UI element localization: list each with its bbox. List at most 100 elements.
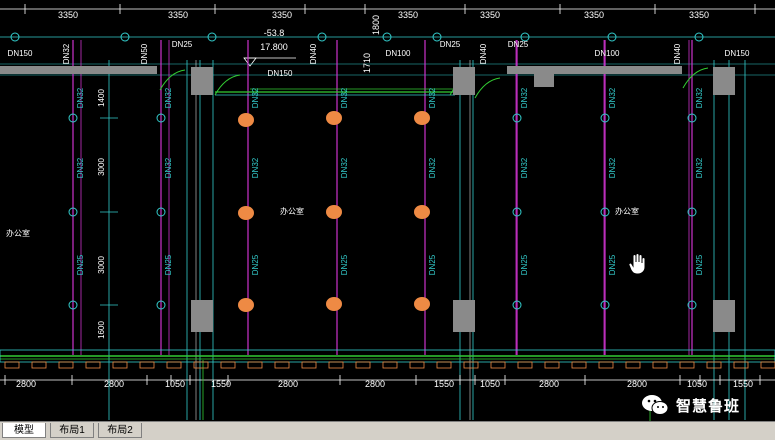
structural-column	[191, 300, 213, 332]
pipe-size-label: DN32	[428, 87, 437, 108]
header-pipe-label: DN40	[309, 43, 318, 64]
wall-band	[0, 66, 157, 74]
bottom-fixture	[409, 361, 425, 369]
bottom-fixture	[598, 361, 614, 369]
orange-fixture	[326, 297, 342, 311]
bottom-fixture	[274, 361, 290, 369]
hand-cursor-icon	[628, 253, 646, 275]
watermark-text: 智慧鲁班	[676, 396, 741, 415]
header-pipe-label: DN25	[172, 40, 193, 49]
door-swing	[474, 77, 501, 99]
door-swing	[682, 67, 709, 89]
wechat-icon	[642, 395, 669, 415]
pipe-size-label: DN25	[695, 254, 704, 275]
bottom-fixture	[544, 361, 560, 369]
top-dim-label: 3350	[480, 10, 500, 20]
bottom-dim-label: 1550	[434, 379, 454, 389]
bottom-dim-label: 2800	[104, 379, 124, 389]
bottom-fixture	[625, 361, 641, 369]
bottom-fixture	[220, 361, 236, 369]
pipe-size-label: DN32	[428, 157, 437, 178]
room-label: 办公室	[6, 228, 30, 238]
top-dim-label: 3350	[272, 10, 292, 20]
room-label: 办公室	[280, 206, 304, 216]
top-dim-label: 1800	[371, 15, 381, 35]
top-dim-label: 3350	[398, 10, 418, 20]
orange-fixture	[238, 298, 254, 312]
bottom-fixture	[139, 361, 155, 369]
header-pipe-label: DN150	[8, 49, 33, 58]
pipe-size-label: DN25	[428, 254, 437, 275]
drawing-canvas[interactable]: 3350 3350 3350 1800 3350 3350 3350 3350 1710 -53.…	[0, 0, 775, 421]
top-dim-label: 3350	[584, 10, 604, 20]
bottom-fixture	[463, 361, 479, 369]
structural-column	[713, 67, 735, 95]
header-pipe-label: DN25	[508, 40, 529, 49]
bottom-dim-label: 2800	[278, 379, 298, 389]
pipe-size-label: DN25	[608, 254, 617, 275]
bottom-fixture	[733, 361, 749, 369]
watermark: 智慧鲁班	[640, 392, 740, 418]
bottom-fixture	[436, 361, 452, 369]
pipe-size-label: DN32	[76, 157, 85, 178]
bottom-fixture	[85, 361, 101, 369]
orange-fixture	[238, 206, 254, 220]
bottom-dim-label: 2800	[539, 379, 559, 389]
top-dim-label: 3350	[58, 10, 78, 20]
orange-fixture	[414, 111, 430, 125]
orange-fixture	[414, 297, 430, 311]
top-dim-label: 3350	[168, 10, 188, 20]
elevation-top-label: -53.8	[264, 28, 285, 38]
bottom-fixture	[490, 361, 506, 369]
cad-window: 3350 3350 3350 1800 3350 3350 3350 3350 1710 -53.…	[0, 0, 775, 440]
pipe-size-label: DN25	[251, 254, 260, 275]
pipe-size-label: DN25	[520, 254, 529, 275]
tab-model[interactable]: 模型	[2, 423, 46, 438]
header-pipe-label: DN40	[673, 43, 682, 64]
pipe-size-label: DN32	[520, 157, 529, 178]
door-swing	[159, 69, 186, 91]
header-pipe-label: DN50	[140, 43, 149, 64]
structural-column	[191, 67, 213, 95]
bottom-fixture	[760, 361, 775, 369]
wall-band	[507, 66, 682, 74]
pipe-size-label: DN32	[695, 157, 704, 178]
orange-fixture	[414, 205, 430, 219]
pipe-size-label: DN25	[340, 254, 349, 275]
pipe-size-label: DN32	[164, 157, 173, 178]
bottom-dim-label: 1050	[480, 379, 500, 389]
room-label: 办公室	[615, 206, 639, 216]
bottom-fixture	[166, 361, 182, 369]
pipe-size-label: DN32	[164, 87, 173, 108]
header-pipe-label: DN100	[595, 49, 620, 58]
left-dim-label: 3000	[97, 158, 106, 176]
header-pipe-label: DN150	[725, 49, 750, 58]
pipe-size-label: DN32	[76, 87, 85, 108]
elevation-marker	[243, 57, 257, 67]
header-pipe-label: DN40	[479, 43, 488, 64]
bottom-dim-label: 2800	[365, 379, 385, 389]
pipe-size-label: DN32	[251, 157, 260, 178]
bottom-dim-label: 1550	[211, 379, 231, 389]
top-dim-label: 3350	[689, 10, 709, 20]
pipe-size-label: DN32	[251, 87, 260, 108]
header-pipe-label: DN25	[440, 40, 461, 49]
tab-layout-2[interactable]: 布局2	[98, 423, 142, 438]
orange-fixture	[326, 111, 342, 125]
main-pipe-label: DN150	[268, 69, 293, 78]
pipe-size-label: DN32	[608, 157, 617, 178]
pipe-size-label: DN25	[76, 254, 85, 275]
header-pipe-label: DN32	[62, 43, 71, 64]
structural-column	[713, 300, 735, 332]
bottom-dim-label: 2800	[16, 379, 36, 389]
bottom-fixture	[517, 361, 533, 369]
structural-column	[453, 300, 475, 332]
bottom-fixture	[301, 361, 317, 369]
bottom-fixture	[4, 361, 20, 369]
structural-column	[534, 67, 554, 87]
bottom-fixture	[58, 361, 74, 369]
structural-column	[453, 67, 475, 95]
tab-layout-1[interactable]: 布局1	[50, 423, 94, 438]
left-dim-label: 1600	[97, 321, 106, 339]
bottom-fixture	[112, 361, 128, 369]
